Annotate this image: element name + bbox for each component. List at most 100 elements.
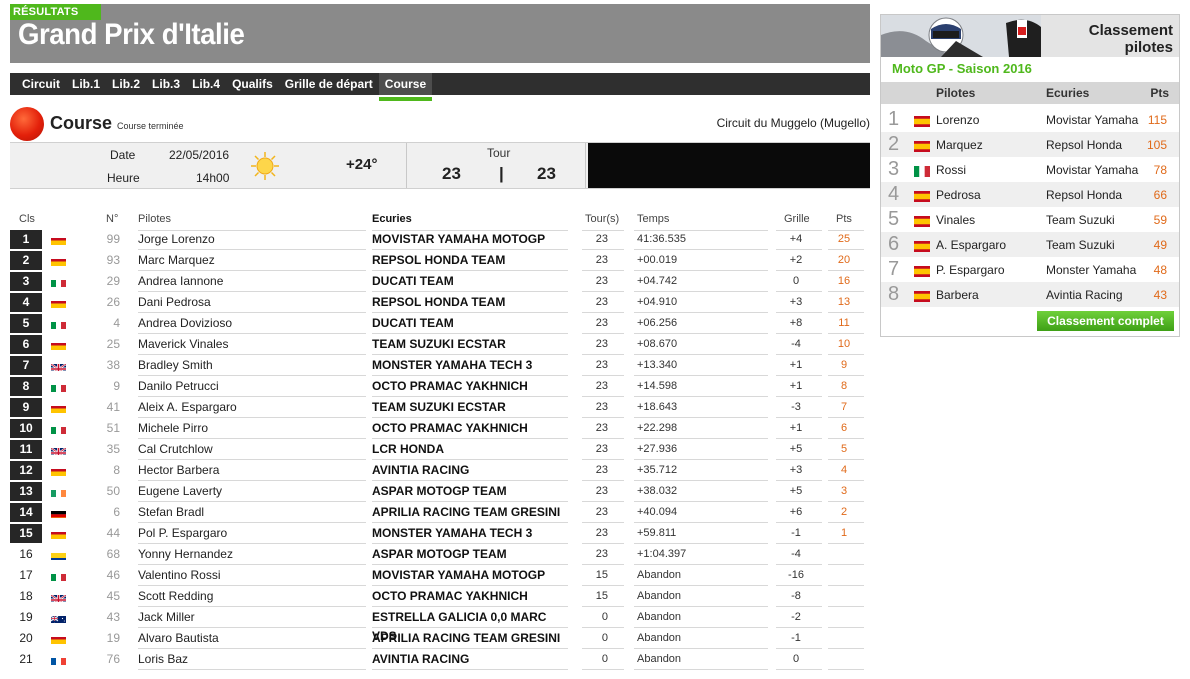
row-time: Abandon <box>637 611 682 623</box>
row-laps: 23 <box>595 506 608 518</box>
table-row: 7 38 Bradley Smith MONSTER YAMAHA TECH 3 23 +… <box>10 356 870 377</box>
standings-rank: 2 <box>888 133 900 155</box>
standings-team: Repsol Honda <box>1046 138 1123 152</box>
flag-au-icon <box>51 613 66 623</box>
flag-it-icon <box>51 277 66 287</box>
row-number: 25 <box>106 337 120 351</box>
row-points: 16 <box>837 275 851 287</box>
row-grid: +5 <box>789 485 803 497</box>
standings-points: 49 <box>1153 238 1167 252</box>
table-row: 15 44 Pol P. Espargaro MONSTER YAMAHA TECH … <box>10 524 870 545</box>
row-laps: 0 <box>601 632 608 644</box>
row-position: 19 <box>19 610 33 624</box>
date-label: Date <box>110 148 136 162</box>
row-grid: 0 <box>792 275 800 287</box>
row-laps: 23 <box>595 464 608 476</box>
row-laps: 23 <box>595 485 608 497</box>
row-time: Abandon <box>637 569 682 581</box>
full-standings-button[interactable]: Classement complet <box>1037 311 1174 331</box>
time-label: Heure <box>107 171 140 185</box>
row-points: 3 <box>840 485 848 497</box>
tab-course[interactable]: Course <box>378 73 433 101</box>
standings-row: 3 Rossi Movistar Yamaha 78 <box>881 157 1179 182</box>
row-team: OCTO PRAMAC YAKHNICH <box>372 421 528 435</box>
tab-grille-depart[interactable]: Grille de départ <box>279 73 379 95</box>
row-driver: Maverick Vinales <box>138 337 229 351</box>
row-position: 3 <box>10 272 42 291</box>
table-row: 16 68 Yonny Hernandez ASPAR MOTOGP TEAM 23 +1… <box>10 545 870 566</box>
tab-qualifs[interactable]: Qualifs <box>226 73 279 95</box>
row-position: 4 <box>10 293 42 312</box>
row-grid: -1 <box>791 632 801 644</box>
standings-season: Moto GP - Saison 2016 <box>892 61 1032 76</box>
row-grid: +5 <box>789 443 803 455</box>
row-points: 10 <box>837 338 851 350</box>
standings-driver: Marquez <box>936 138 983 152</box>
standings-header: Pilotes Ecuries Pts <box>881 82 1179 104</box>
row-driver: Jorge Lorenzo <box>138 232 215 246</box>
row-driver: Danilo Petrucci <box>138 379 219 393</box>
row-laps: 0 <box>601 611 608 623</box>
row-driver: Jack Miller <box>138 610 195 624</box>
table-row: 8 9 Danilo Petrucci OCTO PRAMAC YAKHNICH 23 +… <box>10 377 870 398</box>
row-points: 11 <box>838 317 850 329</box>
flag-ie-icon <box>51 487 66 497</box>
row-grid: -3 <box>791 401 801 413</box>
row-number: 8 <box>113 463 120 477</box>
row-number: 43 <box>106 610 120 624</box>
row-laps: 23 <box>595 275 608 287</box>
row-grid: +3 <box>789 464 803 476</box>
row-points: 9 <box>840 359 848 371</box>
flag-fr-icon <box>51 655 66 665</box>
row-number: 51 <box>106 421 120 435</box>
row-number: 46 <box>106 568 120 582</box>
row-grid: +4 <box>789 233 803 245</box>
row-driver: Yonny Hernandez <box>138 547 233 561</box>
tab-lib2[interactable]: Lib.2 <box>106 73 146 95</box>
table-row: 10 51 Michele Pirro OCTO PRAMAC YAKHNICH 23 +… <box>10 419 870 440</box>
row-number: 76 <box>106 652 120 666</box>
tab-lib4[interactable]: Lib.4 <box>186 73 226 95</box>
time-value: 14h00 <box>196 171 230 185</box>
flag-it-icon <box>51 319 66 329</box>
row-position: 9 <box>10 398 42 417</box>
row-position: 17 <box>19 568 33 582</box>
flag-es-icon <box>51 529 66 539</box>
row-grid: -1 <box>791 527 801 539</box>
table-row: 9 41 Aleix A. Espargaro TEAM SUZUKI ECSTAR 2… <box>10 398 870 419</box>
row-team: OCTO PRAMAC YAKHNICH <box>372 379 528 393</box>
flag-es-icon <box>51 634 66 644</box>
tab-lib3[interactable]: Lib.3 <box>146 73 186 95</box>
flag-co-icon <box>51 550 66 560</box>
standings-row: 2 Marquez Repsol Honda 105 <box>881 132 1179 157</box>
row-team: ASPAR MOTOGP TEAM <box>372 547 507 561</box>
row-team: TEAM SUZUKI ECSTAR <box>372 337 506 351</box>
flag-es-icon <box>914 116 930 127</box>
laps-done: 23 <box>442 164 461 183</box>
standings-team: Avintia Racing <box>1046 288 1123 302</box>
row-driver: Michele Pirro <box>138 421 209 435</box>
col-pts: Pts <box>836 213 852 225</box>
tab-circuit[interactable]: Circuit <box>10 73 66 95</box>
circuit-name: Circuit du Muggelo (Mugello) <box>716 116 870 130</box>
row-time: +35.712 <box>637 464 678 476</box>
row-position: 12 <box>10 461 42 480</box>
row-driver: Dani Pedrosa <box>138 295 211 309</box>
row-points: 1 <box>840 527 848 539</box>
temperature: +24° <box>346 156 378 173</box>
row-laps: 23 <box>595 443 608 455</box>
standings-col-team: Ecuries <box>1046 86 1090 100</box>
table-row: 13 50 Eugene Laverty ASPAR MOTOGP TEAM 23 +38… <box>10 482 870 503</box>
tab-lib1[interactable]: Lib.1 <box>66 73 106 95</box>
flag-es-icon <box>914 291 930 302</box>
standings-points: 78 <box>1153 163 1167 177</box>
lap-label: Tour <box>487 146 511 160</box>
date-value: 22/05/2016 <box>169 148 230 162</box>
row-grid: -4 <box>791 548 801 560</box>
row-position: 21 <box>19 652 33 666</box>
flag-de-icon <box>51 508 66 518</box>
row-grid: +8 <box>789 317 803 329</box>
row-time: +18.643 <box>637 401 678 413</box>
row-number: 35 <box>106 442 120 456</box>
standings-team: Movistar Yamaha <box>1046 163 1139 177</box>
